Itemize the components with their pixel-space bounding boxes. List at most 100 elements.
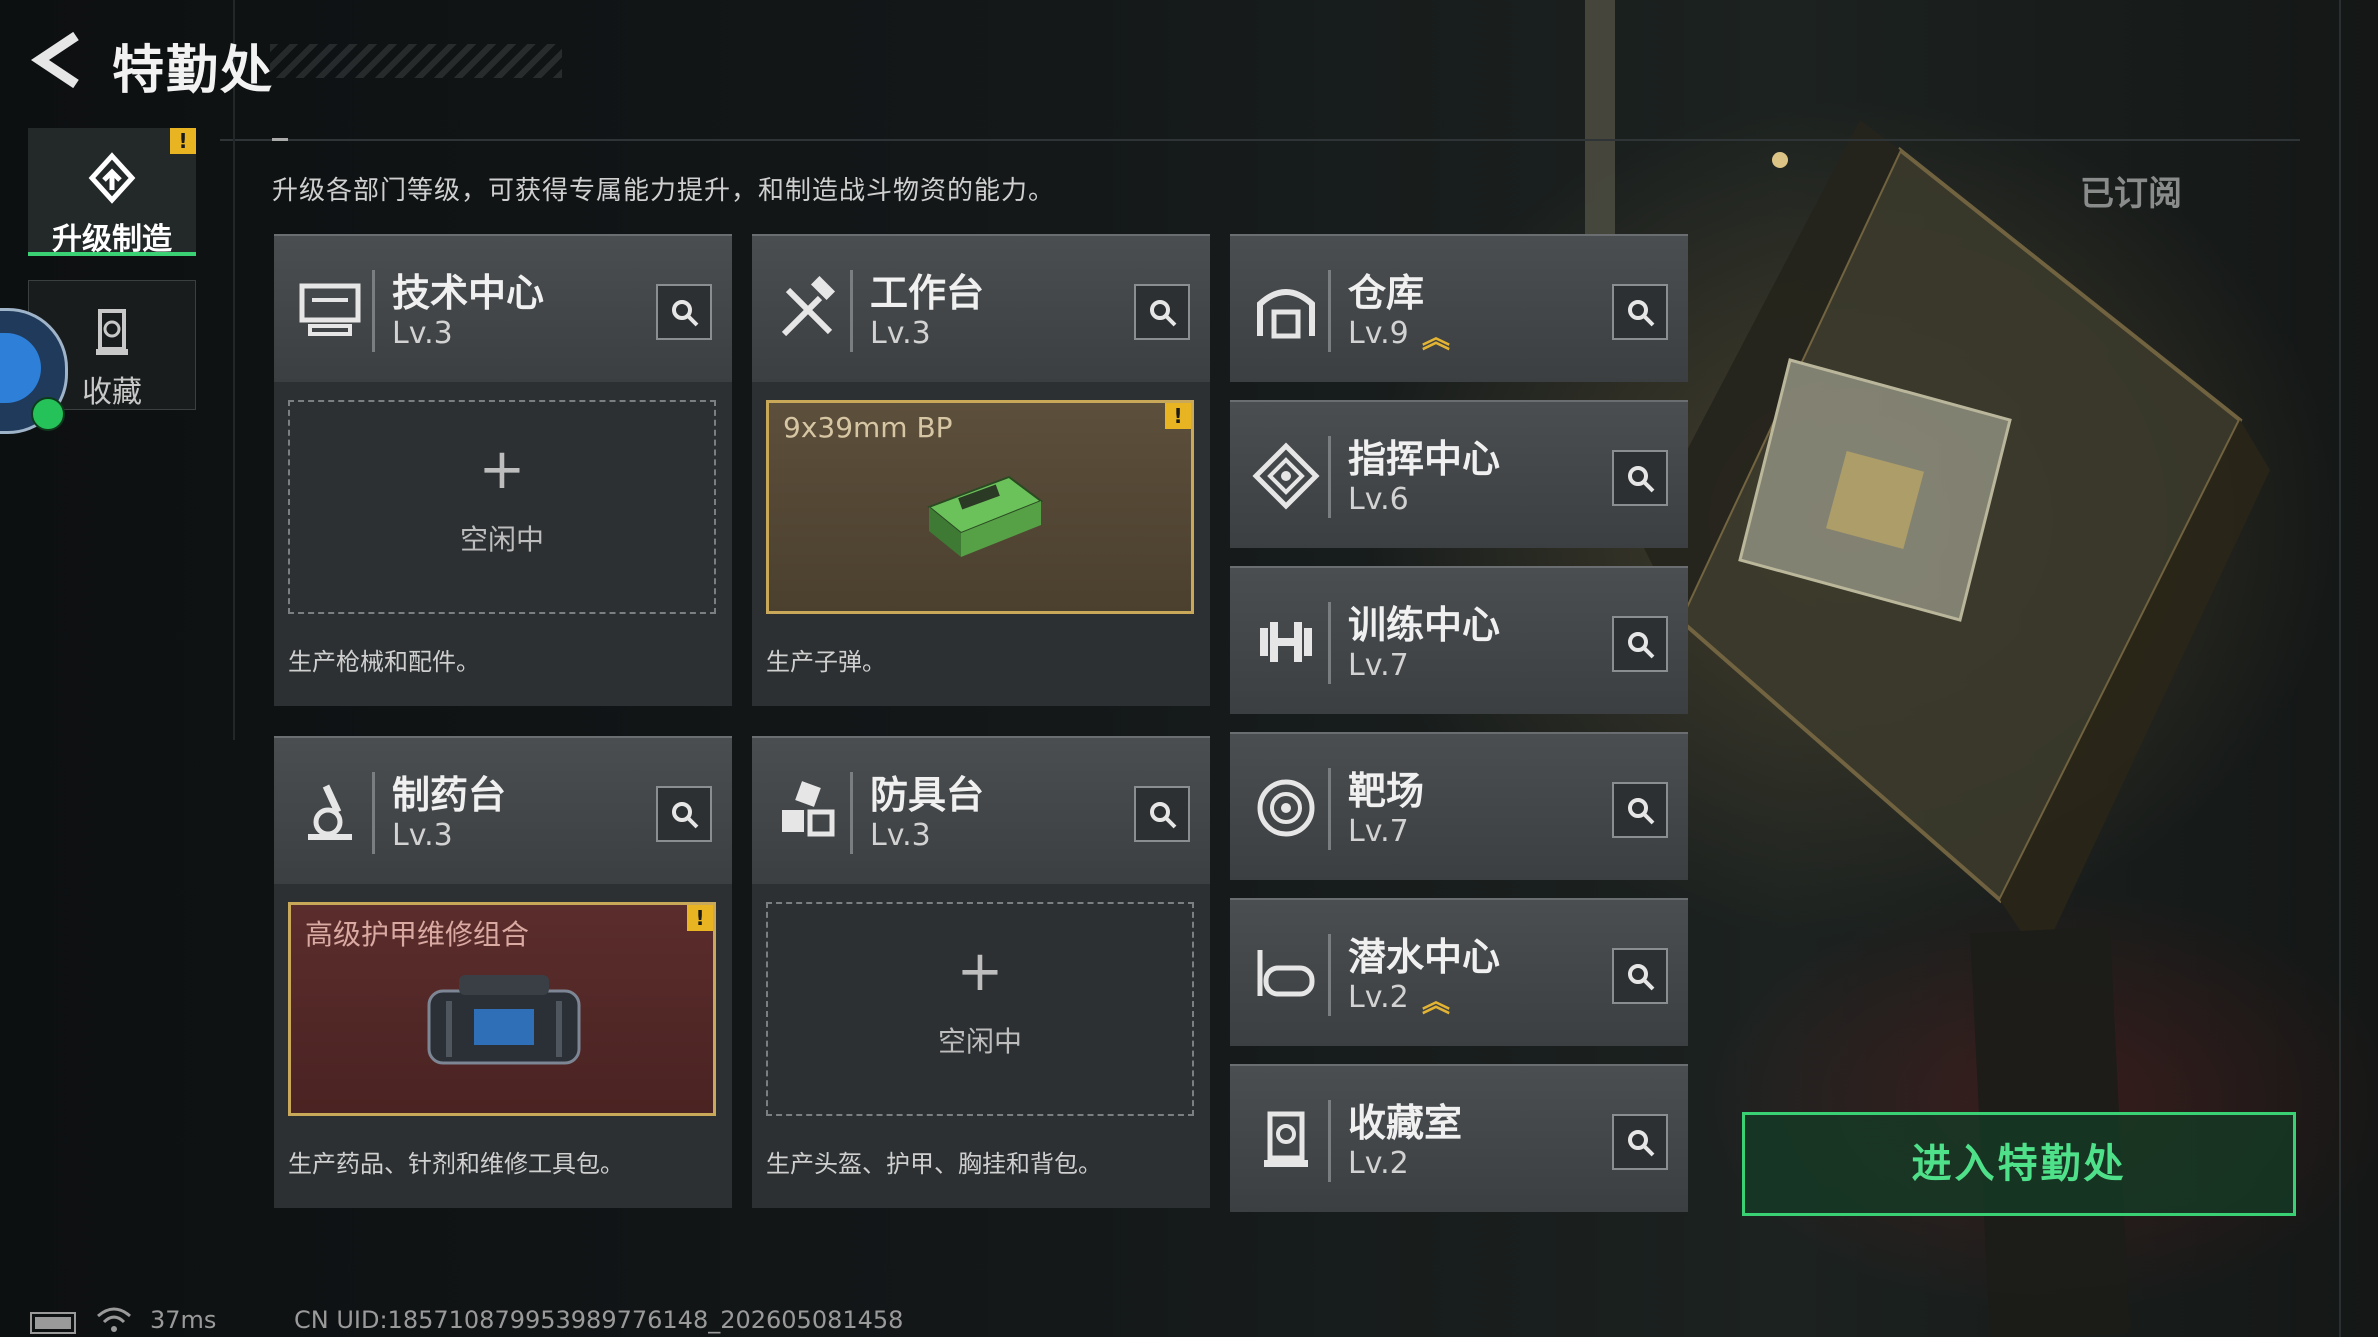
inspect-button[interactable] bbox=[1612, 616, 1668, 672]
production-slot-idle[interactable]: + 空闲中 bbox=[766, 902, 1194, 1116]
production-slot-active[interactable]: 9x39mm BP ! bbox=[766, 400, 1194, 614]
search-icon bbox=[1150, 300, 1177, 327]
separator bbox=[1328, 436, 1331, 518]
dept-name: 靶场 bbox=[1348, 769, 1425, 813]
microscope-icon bbox=[308, 784, 352, 840]
trophy-icon bbox=[96, 309, 128, 355]
back-icon[interactable] bbox=[28, 30, 84, 90]
armor-repair-kit-image bbox=[427, 975, 581, 1065]
separator bbox=[372, 772, 375, 854]
dept-pharmacy[interactable]: 制药台 Lv.3 bbox=[274, 736, 732, 884]
dept-name: 训练中心 bbox=[1348, 603, 1501, 647]
slot-status: 空闲中 bbox=[937, 1025, 1022, 1058]
wifi-icon bbox=[97, 1307, 131, 1332]
production-slot-idle[interactable]: + 空闲中 bbox=[288, 400, 716, 614]
separator bbox=[1328, 768, 1331, 850]
search-icon bbox=[672, 300, 699, 327]
alert-badge: ! bbox=[170, 128, 196, 154]
nav-tab-upgrade[interactable]: 升级制造 ! bbox=[28, 128, 196, 257]
inspect-button[interactable] bbox=[1612, 782, 1668, 838]
title-decor-stripes bbox=[270, 44, 562, 78]
production-description: 生产子弹。 bbox=[766, 648, 886, 676]
separator bbox=[1328, 270, 1331, 352]
assistant-icon bbox=[0, 333, 41, 403]
production-slot-active[interactable]: 高级护甲维修组合 ! bbox=[288, 902, 716, 1116]
command-icon bbox=[1252, 442, 1320, 510]
slot-status: 空闲中 bbox=[459, 523, 544, 556]
production-description: 生产头盔、护甲、胸挂和背包。 bbox=[766, 1150, 1102, 1178]
search-icon bbox=[672, 802, 699, 829]
dept-level: Lv.2 bbox=[1348, 980, 1409, 1015]
upgrade-icon bbox=[88, 152, 136, 204]
separator bbox=[1328, 1100, 1331, 1182]
search-icon bbox=[1150, 802, 1177, 829]
dept-armor-bench[interactable]: 防具台 Lv.3 bbox=[752, 736, 1210, 884]
dept-name: 工作台 bbox=[870, 271, 985, 315]
production-panel-armor-bench: + 空闲中 生产头盔、护甲、胸挂和背包。 bbox=[752, 884, 1210, 1208]
alert-badge: ! bbox=[1165, 403, 1191, 429]
dept-level: Lv.9 bbox=[1348, 316, 1409, 351]
inspect-button[interactable] bbox=[656, 786, 712, 842]
add-icon: + bbox=[956, 939, 1004, 1004]
dept-name: 制药台 bbox=[392, 773, 507, 817]
production-panel-workbench: 9x39mm BP ! 生产子弹。 bbox=[752, 382, 1210, 706]
inspect-button[interactable] bbox=[1612, 1114, 1668, 1170]
produced-item-name: 高级护甲维修组合 bbox=[305, 918, 530, 951]
inspect-button[interactable] bbox=[1612, 284, 1668, 340]
separator bbox=[1328, 602, 1331, 684]
search-icon bbox=[1628, 466, 1655, 493]
dept-collection-room[interactable]: 收藏室 Lv.2 bbox=[1230, 1064, 1688, 1212]
dept-level: Lv.7 bbox=[1348, 814, 1409, 849]
enter-facility-label: 进入特勤处 bbox=[1911, 1141, 2127, 1187]
dept-level: Lv.3 bbox=[392, 316, 453, 351]
dept-level: Lv.7 bbox=[1348, 648, 1409, 683]
production-description: 生产药品、针剂和维修工具包。 bbox=[288, 1150, 624, 1178]
upgrade-available-icon: ︽ bbox=[1422, 321, 1451, 354]
computer-icon bbox=[299, 283, 361, 336]
dept-name: 防具台 bbox=[870, 773, 985, 817]
dept-name: 仓库 bbox=[1348, 271, 1425, 315]
dept-training-center[interactable]: 训练中心 Lv.7 bbox=[1230, 566, 1688, 714]
alert-badge: ! bbox=[687, 905, 713, 931]
inspect-button[interactable] bbox=[656, 284, 712, 340]
separator bbox=[1328, 934, 1331, 1016]
search-icon bbox=[1628, 1130, 1655, 1157]
page-title: 特勤处 bbox=[112, 41, 275, 101]
production-panel-pharmacy: 高级护甲维修组合 ! 生产药品、针剂和维修工具包。 bbox=[274, 884, 732, 1208]
dept-name: 指挥中心 bbox=[1348, 437, 1501, 481]
ping-value: 37ms bbox=[150, 1306, 217, 1334]
dept-warehouse[interactable]: 仓库 Lv.9 ︽ bbox=[1230, 234, 1688, 382]
separator bbox=[850, 772, 853, 854]
dumbbell-icon bbox=[1260, 622, 1312, 662]
wifi-status-icon bbox=[31, 397, 65, 431]
dept-workbench[interactable]: 工作台 Lv.3 bbox=[752, 234, 1210, 382]
inspect-button[interactable] bbox=[1612, 948, 1668, 1004]
add-icon: + bbox=[478, 437, 526, 502]
enter-facility-button[interactable]: 进入特勤处 bbox=[1742, 1112, 2296, 1216]
dept-tech-center[interactable]: 技术中心 Lv.3 bbox=[274, 234, 732, 382]
dept-shooting-range[interactable]: 靶场 Lv.7 bbox=[1230, 732, 1688, 880]
inspect-button[interactable] bbox=[1612, 450, 1668, 506]
ammo-box-image bbox=[927, 475, 1044, 557]
upgrade-available-icon: ︽ bbox=[1422, 985, 1451, 1018]
warehouse-icon bbox=[1257, 289, 1315, 339]
divider bbox=[272, 138, 288, 141]
dept-command-center[interactable]: 指挥中心 Lv.6 bbox=[1230, 400, 1688, 548]
dept-level: Lv.3 bbox=[870, 818, 931, 853]
separator bbox=[372, 270, 375, 352]
production-description: 生产枪械和配件。 bbox=[288, 648, 480, 676]
production-panel-tech-center: + 空闲中 生产枪械和配件。 bbox=[274, 382, 732, 706]
battery-icon bbox=[30, 1312, 76, 1334]
target-icon bbox=[1257, 779, 1315, 837]
search-icon bbox=[1628, 300, 1655, 327]
dept-diving-center[interactable]: 潜水中心 Lv.2 ︽ bbox=[1230, 898, 1688, 1046]
search-icon bbox=[1628, 964, 1655, 991]
inspect-button[interactable] bbox=[1134, 284, 1190, 340]
nav-tab-label: 升级制造 bbox=[52, 222, 172, 257]
dept-level: Lv.3 bbox=[870, 316, 931, 351]
subscribed-label: 已订阅 bbox=[2080, 174, 2182, 214]
trophy-icon bbox=[1264, 1111, 1308, 1167]
dept-level: Lv.2 bbox=[1348, 1146, 1409, 1181]
inspect-button[interactable] bbox=[1134, 786, 1190, 842]
separator bbox=[850, 270, 853, 352]
